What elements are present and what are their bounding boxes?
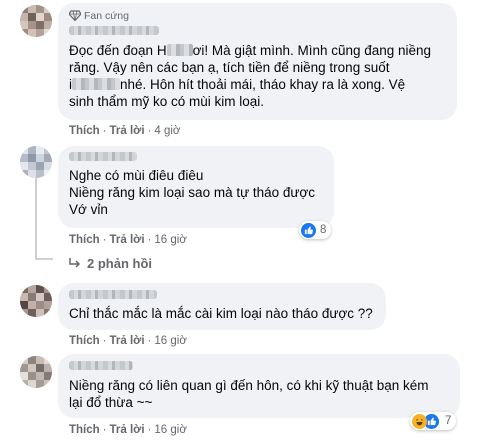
comment-actions-1: Thích · Trả lời · 4 giờ <box>69 125 181 137</box>
reply-arrow-icon <box>69 256 81 271</box>
timestamp[interactable]: 16 giờ <box>154 335 186 347</box>
avatar-comment-2[interactable] <box>20 146 52 178</box>
comment-text-3: Chỉ thắc mắc là mắc cài kim loại nào thá… <box>69 306 373 321</box>
haha-reaction-icon <box>412 413 427 429</box>
reply-button[interactable]: Trả lời <box>110 234 145 246</box>
comment-text-1: Đọc đến đoạn Hơi! Mà giật mình. Mình cũn… <box>69 43 432 109</box>
like-button[interactable]: Thích <box>69 125 100 137</box>
like-button[interactable]: Thích <box>69 424 100 436</box>
like-reaction-icon <box>301 222 316 238</box>
commenter-name-3[interactable] <box>69 290 157 299</box>
timestamp[interactable]: 16 giờ <box>154 234 186 246</box>
commenter-name-2[interactable] <box>69 152 137 161</box>
fan-badge-label: Fan cứng <box>84 10 129 22</box>
reply-button[interactable]: Trả lời <box>110 424 145 436</box>
reply-button[interactable]: Trả lời <box>110 125 145 137</box>
avatar-comment-3[interactable] <box>20 285 52 317</box>
timestamp[interactable]: 16 giờ <box>154 424 186 436</box>
comment-actions-2: Thích · Trả lời · 16 giờ <box>69 234 187 246</box>
reaction-count: 8 <box>320 224 327 236</box>
avatar-comment-1[interactable] <box>20 5 52 37</box>
fan-badge: Fan cứng <box>68 10 129 24</box>
commenter-name-1[interactable] <box>69 26 159 35</box>
redacted-name <box>166 44 193 56</box>
avatar-comment-4[interactable] <box>20 356 52 388</box>
reaction-summary-2[interactable]: 8 <box>299 221 332 239</box>
thread-connector-elbow <box>35 258 53 260</box>
comment-text-4: Niềng răng có liên quan gì đến hôn, có k… <box>69 378 429 410</box>
timestamp[interactable]: 4 giờ <box>154 125 180 137</box>
view-replies-button[interactable]: 2 phản hồi <box>69 256 152 271</box>
fan-badge-icon <box>68 10 82 24</box>
comment-actions-4: Thích · Trả lời · 16 giờ <box>69 424 187 436</box>
comment-actions-3: Thích · Trả lời · 16 giờ <box>69 335 187 347</box>
reply-button[interactable]: Trả lời <box>110 335 145 347</box>
redacted-word <box>72 78 120 90</box>
thread-connector <box>35 178 37 260</box>
reaction-count: 7 <box>445 415 452 427</box>
like-button[interactable]: Thích <box>69 335 100 347</box>
comment-text-2: Nghe có mùi điêu điêu Niềng răng kim loạ… <box>69 168 316 217</box>
reaction-summary-4[interactable]: 7 <box>410 412 457 430</box>
commenter-name-4[interactable] <box>69 361 133 370</box>
like-button[interactable]: Thích <box>69 234 100 246</box>
